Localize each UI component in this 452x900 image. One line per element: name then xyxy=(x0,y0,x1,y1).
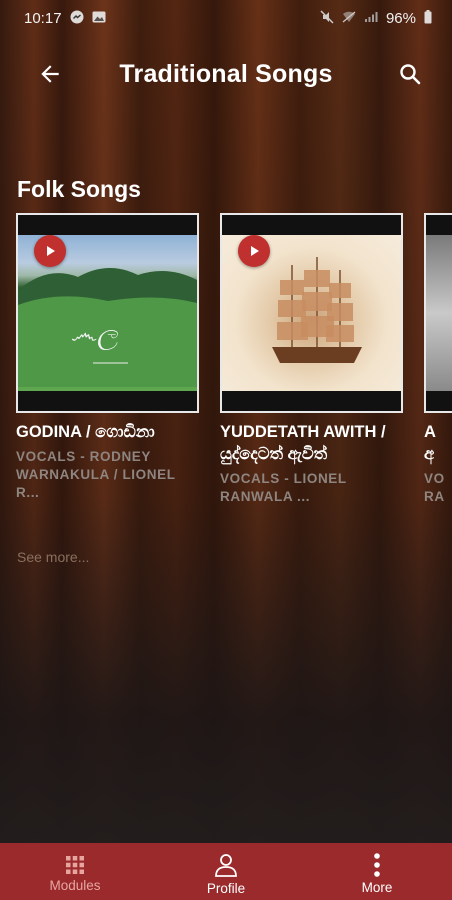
song-title: A අ xyxy=(424,421,452,465)
status-right: 96% xyxy=(320,9,432,27)
wifi-icon xyxy=(342,11,356,26)
see-more-link[interactable]: See more... xyxy=(17,549,89,565)
song-artist: VOCALS - RODNEY WARNAKULA / LIONEL R... xyxy=(16,449,176,500)
nav-profile[interactable]: Profile xyxy=(151,843,301,900)
status-bar: 10:17 96% xyxy=(0,0,452,36)
song-card[interactable]: A අ VO RA xyxy=(424,213,452,506)
nav-label: More xyxy=(361,879,393,895)
section-title: Folk Songs xyxy=(17,176,141,202)
image-notification-icon xyxy=(92,11,106,26)
status-left: 10:17 xyxy=(24,10,106,27)
song-cover[interactable]: ෴ල xyxy=(16,213,199,413)
bottom-navigation: Modules Profile More xyxy=(0,843,452,900)
song-artist: VOCALS - LIONEL RANWALA ... xyxy=(220,471,347,504)
song-title-line: A xyxy=(424,423,436,441)
status-time: 10:17 xyxy=(24,9,62,27)
song-title: GODINA / ගොඩිනා xyxy=(16,423,155,441)
app-bar: Traditional Songs xyxy=(0,44,452,108)
search-button[interactable] xyxy=(390,54,430,94)
song-artist: VO RA xyxy=(424,470,452,506)
song-cover[interactable] xyxy=(424,213,452,413)
song-artist-line: VO xyxy=(424,471,445,486)
nav-modules[interactable]: Modules xyxy=(0,843,150,900)
song-card[interactable]: ෴ල GODINA / ගොඩිනා VOCALS - RODNEY WARNA… xyxy=(16,213,199,502)
play-button[interactable] xyxy=(34,235,66,267)
mute-icon xyxy=(320,9,334,27)
svg-text:෴ල: ෴ල xyxy=(70,317,119,351)
play-button[interactable] xyxy=(238,235,270,267)
more-vertical-icon xyxy=(374,852,380,877)
messenger-icon xyxy=(70,10,84,27)
search-icon xyxy=(400,64,421,85)
song-artist-line: RA xyxy=(424,489,445,504)
signal-icon xyxy=(364,11,378,26)
grid-icon xyxy=(66,855,84,874)
song-title: YUDDETATH AWITH / යුද්දෙටත් ඇවිත් xyxy=(220,423,386,463)
play-icon xyxy=(47,246,55,256)
song-cover[interactable] xyxy=(220,213,403,413)
nav-more[interactable]: More xyxy=(302,843,452,900)
battery-percent: 96% xyxy=(385,9,416,27)
battery-icon xyxy=(424,9,432,27)
page-title: Traditional Songs xyxy=(119,60,333,88)
song-card[interactable]: YUDDETATH AWITH / යුද්දෙටත් ඇවිත් VOCALS… xyxy=(220,213,403,506)
song-carousel[interactable]: ෴ල GODINA / ගොඩිනා VOCALS - RODNEY WARNA… xyxy=(16,213,452,523)
song-title-line: අ xyxy=(424,445,435,463)
cover-artwork xyxy=(426,235,452,391)
person-icon xyxy=(215,853,237,877)
nav-label: Modules xyxy=(49,877,101,893)
nav-label: Profile xyxy=(206,880,246,896)
play-icon xyxy=(251,246,259,256)
